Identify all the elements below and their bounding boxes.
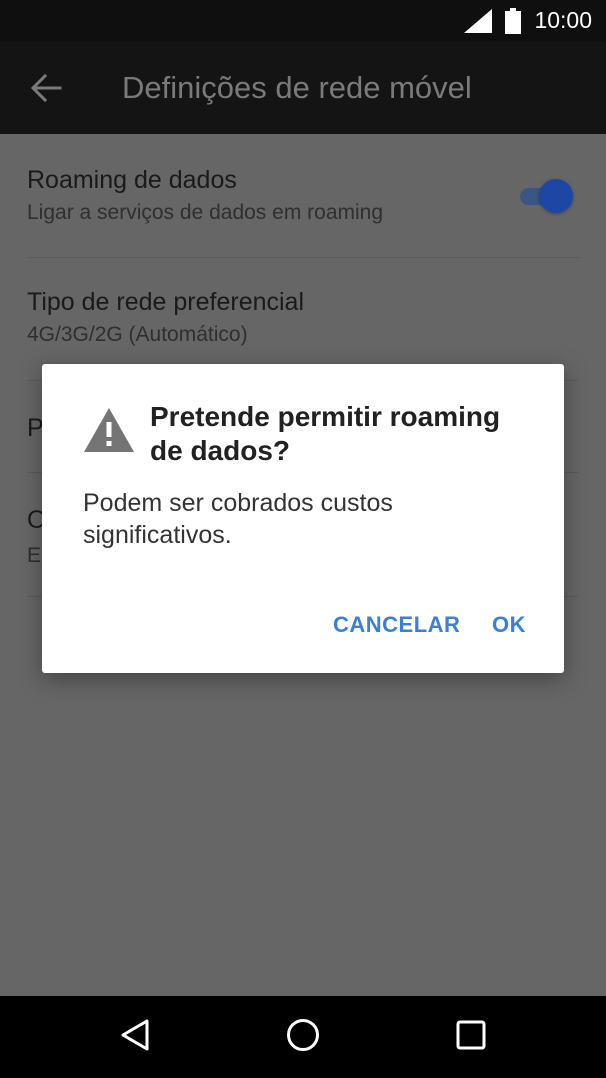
app-bar: Definições de rede móvel [0,42,606,134]
data-roaming-toggle[interactable] [518,179,574,213]
setting-data-roaming[interactable]: Roaming de dados Ligar a serviços de dad… [27,166,579,225]
battery-icon [505,8,521,39]
setting-preferred-network[interactable]: Tipo de rede preferencial 4G/3G/2G (Auto… [27,288,579,347]
arrow-left-icon[interactable] [30,73,62,108]
setting-title: Roaming de dados [27,166,237,194]
status-bar: 10:00 [0,0,606,42]
setting-summary: Ligar a serviços de dados em roaming [27,201,384,224]
navigation-bar [0,996,606,1078]
setting-summary-obscured: E [27,544,42,567]
setting-summary: 4G/3G/2G (Automático) [27,323,248,346]
back-triangle-icon[interactable] [120,1018,150,1057]
roaming-confirm-dialog: Pretende permitir roaming de dados? Pode… [42,364,564,673]
toggle-thumb [539,179,573,213]
dialog-title: Pretende permitir roaming de dados? [150,401,501,466]
status-time: 10:00 [534,7,592,33]
warning-icon [84,408,134,457]
signal-icon [464,9,492,38]
ok-button[interactable]: OK [492,612,526,638]
dialog-message: Podem ser cobrados custos significativos… [83,489,393,549]
recents-square-icon[interactable] [456,1018,486,1057]
setting-title: Tipo de rede preferencial [27,288,305,316]
divider [27,257,579,258]
page-title: Definições de rede móvel [122,70,472,105]
cancel-button[interactable]: CANCELAR [333,612,460,638]
home-circle-icon[interactable] [286,1018,320,1057]
